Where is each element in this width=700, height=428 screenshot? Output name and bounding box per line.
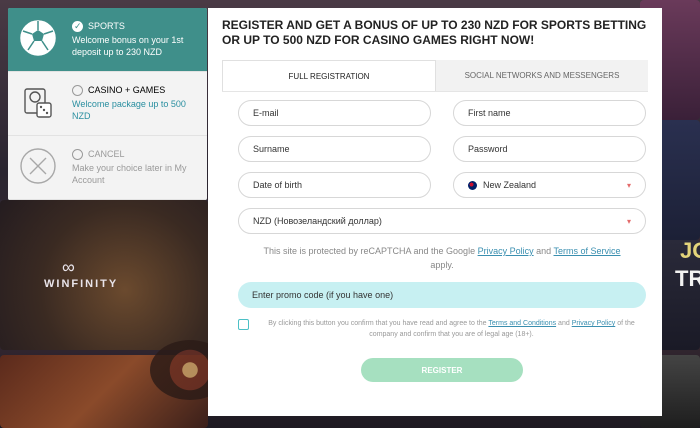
- bg-tile-dealer: [0, 200, 208, 350]
- registration-form: E-mail First name Surname Password Date …: [238, 100, 646, 382]
- choice-cancel[interactable]: CANCEL Make your choice later in My Acco…: [8, 136, 207, 200]
- terms-agreement: By clicking this button you confirm that…: [238, 318, 646, 340]
- bonus-choice-panel: SPORTS Welcome bonus on your 1st deposit…: [8, 8, 207, 200]
- tab-social-networks[interactable]: SOCIAL NETWORKS AND MESSENGERS: [436, 60, 648, 91]
- registration-modal: REGISTER AND GET A BONUS OF UP TO 230 NZ…: [208, 8, 662, 416]
- first-name-field[interactable]: First name: [453, 100, 646, 126]
- terms-and-conditions-link[interactable]: Terms and Conditions: [488, 320, 556, 327]
- radio-cancel[interactable]: [72, 148, 83, 160]
- currency-value: NZD (Новозеландский доллар): [253, 216, 382, 226]
- nz-flag-icon: [468, 181, 477, 191]
- radio-sports[interactable]: [72, 20, 83, 32]
- email-field[interactable]: E-mail: [238, 100, 431, 126]
- casino-icon: [18, 82, 58, 122]
- promo-code-input[interactable]: Enter promo code (if you have one): [238, 282, 646, 308]
- password-field[interactable]: Password: [453, 136, 646, 162]
- close-icon: [18, 146, 58, 186]
- choice-sports-description: Welcome bonus on your 1st deposit up to …: [72, 35, 184, 57]
- chevron-down-icon: ▾: [626, 216, 631, 226]
- choice-casino-description: Welcome package up to 500 NZD: [72, 99, 186, 121]
- register-button[interactable]: REGISTER: [361, 358, 523, 382]
- chevron-down-icon: ▾: [626, 180, 631, 190]
- side-game-text-2: TR: [675, 266, 700, 291]
- country-select[interactable]: New Zealand ▾: [453, 172, 646, 198]
- currency-select[interactable]: NZD (Новозеландский доллар) ▾: [238, 208, 646, 234]
- date-of-birth-field[interactable]: Date of birth: [238, 172, 431, 198]
- terms-of-service-link[interactable]: Terms of Service: [554, 246, 621, 256]
- winfinity-logo-text: WINFINITY: [44, 278, 119, 290]
- privacy-policy-link[interactable]: Privacy Policy: [478, 246, 534, 256]
- modal-title: REGISTER AND GET A BONUS OF UP TO 230 NZ…: [222, 18, 647, 47]
- agree-checkbox[interactable]: [238, 319, 249, 330]
- winfinity-logo-icon: ∞: [62, 257, 75, 277]
- radio-casino-games[interactable]: [72, 84, 83, 96]
- choice-sports[interactable]: SPORTS Welcome bonus on your 1st deposit…: [8, 8, 207, 72]
- registration-tabs: FULL REGISTRATION SOCIAL NETWORKS AND ME…: [222, 60, 648, 92]
- tab-full-registration[interactable]: FULL REGISTRATION: [222, 60, 436, 91]
- choice-cancel-description: Make your choice later in My Account: [72, 163, 187, 185]
- choice-casino-games[interactable]: CASINO + GAMES Welcome package up to 500…: [8, 72, 207, 136]
- side-game-text-1: JO: [680, 238, 700, 263]
- surname-field[interactable]: Surname: [238, 136, 431, 162]
- soccer-ball-icon: [18, 18, 58, 58]
- recaptcha-notice: This site is protected by reCAPTCHA and …: [263, 246, 621, 270]
- country-value: New Zealand: [483, 179, 537, 190]
- privacy-policy-link-2[interactable]: Privacy Policy: [572, 320, 616, 327]
